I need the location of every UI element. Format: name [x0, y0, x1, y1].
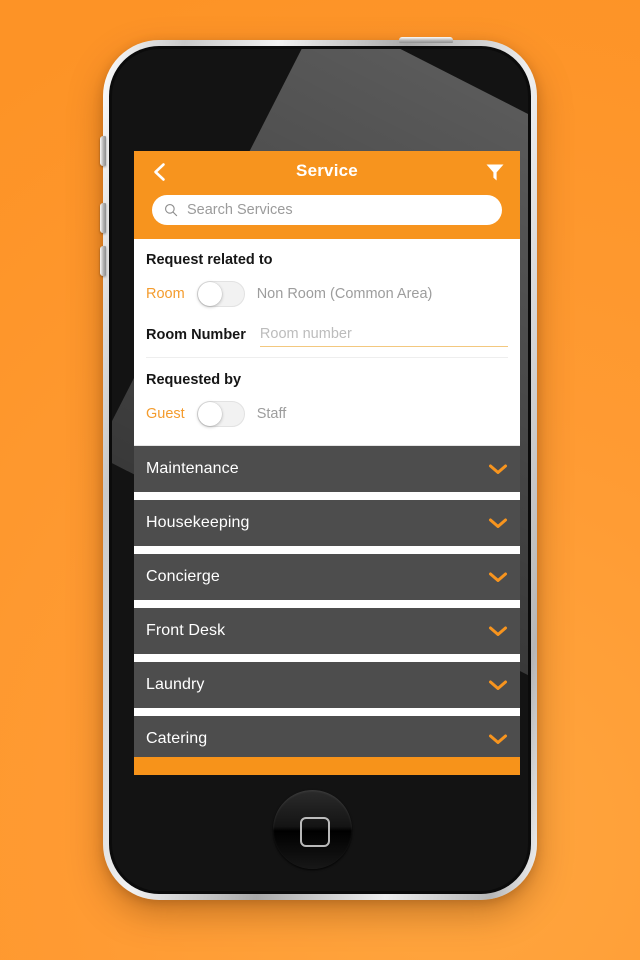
requested-by-toggle-row: Guest Staff	[146, 401, 508, 427]
navigation-bar: Service	[134, 151, 520, 239]
app-screen: Service Request related to	[134, 151, 520, 775]
toggle-label-staff[interactable]: Staff	[257, 406, 287, 422]
request-related-to-toggle[interactable]	[196, 281, 245, 307]
service-category-list: Maintenance Housekeeping Concierge Front De…	[134, 446, 520, 762]
requested-by-toggle[interactable]	[196, 401, 245, 427]
service-category-label: Maintenance	[146, 460, 239, 477]
toggle-knob	[197, 282, 222, 306]
search-icon	[165, 204, 178, 217]
toggle-label-room[interactable]: Room	[146, 286, 185, 302]
request-related-to-title: Request related to	[146, 252, 273, 268]
volume-up-hardware-button[interactable]	[100, 203, 106, 233]
room-number-input[interactable]	[259, 326, 508, 342]
room-number-input-wrapper[interactable]	[259, 325, 508, 347]
silent-switch-hardware-button[interactable]	[100, 136, 106, 166]
bottom-toolbar	[134, 757, 520, 775]
search-bar[interactable]	[152, 195, 502, 225]
room-number-label: Room Number	[146, 327, 246, 343]
service-category-row[interactable]: Laundry	[134, 662, 520, 708]
request-related-to-group: Request related to Room Non Room (Common…	[146, 239, 508, 357]
power-hardware-button[interactable]	[399, 37, 453, 43]
screenshot-canvas: Service Request related to	[0, 0, 640, 960]
toggle-label-guest[interactable]: Guest	[146, 406, 185, 422]
request-related-to-toggle-row: Room Non Room (Common Area)	[146, 281, 508, 307]
search-input[interactable]	[187, 202, 490, 218]
filter-button[interactable]	[483, 160, 507, 184]
request-form-card: Request related to Room Non Room (Common…	[134, 239, 520, 446]
home-button-square-icon	[299, 816, 330, 847]
service-category-label: Catering	[146, 730, 208, 747]
service-category-row[interactable]: Catering	[134, 716, 520, 762]
service-category-label: Laundry	[146, 676, 205, 693]
requested-by-title: Requested by	[146, 372, 242, 388]
service-category-label: Front Desk	[146, 622, 226, 639]
service-category-label: Housekeeping	[146, 514, 250, 531]
chevron-down-icon	[489, 464, 507, 474]
navigation-bar-top-row: Service	[134, 151, 520, 193]
chevron-down-icon	[489, 734, 507, 744]
service-category-row[interactable]: Concierge	[134, 554, 520, 600]
chevron-down-icon	[489, 680, 507, 690]
requested-by-group: Requested by Guest Staff	[146, 357, 508, 445]
room-number-field-row: Room Number	[146, 325, 508, 347]
home-button[interactable]	[273, 790, 352, 869]
service-category-row[interactable]: Housekeeping	[134, 500, 520, 546]
funnel-filter-icon	[486, 164, 504, 181]
chevron-down-icon	[489, 572, 507, 582]
chevron-down-icon	[489, 626, 507, 636]
toggle-label-non-room[interactable]: Non Room (Common Area)	[257, 286, 433, 302]
chevron-down-icon	[489, 518, 507, 528]
service-category-row[interactable]: Maintenance	[134, 446, 520, 492]
service-category-label: Concierge	[146, 568, 220, 585]
volume-down-hardware-button[interactable]	[100, 246, 106, 276]
toggle-knob	[197, 402, 222, 426]
service-category-row[interactable]: Front Desk	[134, 608, 520, 654]
page-title: Service	[296, 161, 358, 180]
